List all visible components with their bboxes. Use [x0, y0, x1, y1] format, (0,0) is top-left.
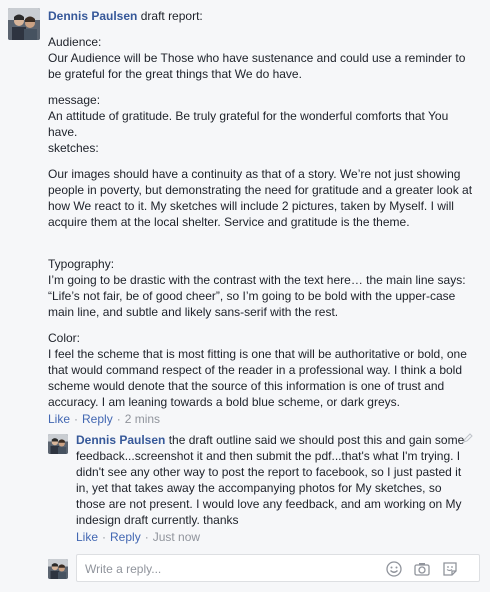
- like-button[interactable]: Like: [48, 412, 70, 426]
- sketches-text: Our images should have a continuity as t…: [48, 167, 473, 229]
- avatar-photo-icon: [8, 8, 40, 40]
- sketches-heading: sketches:: [48, 141, 99, 155]
- reply-author-name[interactable]: Dennis Paulsen: [76, 433, 165, 447]
- composer-avatar: [48, 559, 68, 579]
- reply-input-box[interactable]: [76, 554, 480, 582]
- author-name[interactable]: Dennis Paulsen: [48, 9, 137, 23]
- post-action: draft report:: [140, 9, 203, 23]
- emoji-icon[interactable]: [385, 560, 403, 578]
- avatar[interactable]: [8, 8, 40, 40]
- comment-thread: Dennis Paulsen draft report: Audience: O…: [0, 0, 490, 592]
- avatar-photo-icon: [48, 434, 68, 454]
- reply-composer: [48, 554, 484, 584]
- reply-avatar[interactable]: [48, 434, 68, 454]
- reply-button[interactable]: Reply: [82, 412, 113, 426]
- message-heading: message:: [48, 93, 101, 107]
- audience-heading: Audience:: [48, 35, 102, 49]
- color-text: I feel the scheme that is most fitting i…: [48, 347, 467, 409]
- timestamp[interactable]: 2 mins: [125, 412, 160, 426]
- reply-text: the draft outline said we should post th…: [76, 433, 465, 527]
- reply-actions: Like · Reply · Just now: [76, 530, 201, 544]
- edit-pencil-icon[interactable]: [462, 432, 474, 444]
- reply-timestamp[interactable]: Just now: [153, 530, 200, 544]
- reply-reply-button[interactable]: Reply: [110, 530, 141, 544]
- avatar-photo-icon: [48, 559, 68, 579]
- comment-actions: Like · Reply · 2 mins: [48, 412, 161, 426]
- reply-input[interactable]: [83, 561, 377, 577]
- audience-text: Our Audience will be Those who have sust…: [48, 51, 466, 81]
- reply-body: Dennis Paulsen the draft outline said we…: [76, 432, 470, 545]
- camera-icon[interactable]: [413, 560, 431, 578]
- message-text: An attitude of gratitude. Be truly grate…: [48, 109, 449, 139]
- typography-text: I’m going to be drastic with the contras…: [48, 273, 466, 319]
- sticker-icon[interactable]: [441, 560, 459, 578]
- color-heading: Color:: [48, 331, 81, 345]
- reply-like-button[interactable]: Like: [76, 530, 98, 544]
- comment-body: Dennis Paulsen draft report: Audience: O…: [48, 8, 480, 427]
- typography-heading: Typography:: [48, 257, 115, 271]
